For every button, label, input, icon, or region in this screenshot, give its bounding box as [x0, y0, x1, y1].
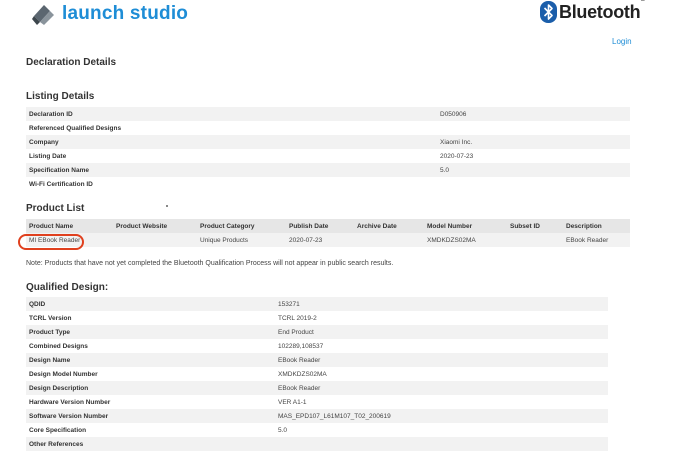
listing-details-heading: Listing Details	[26, 91, 95, 102]
model-number-cell: XMDKDZS02MA	[424, 233, 507, 247]
column-header[interactable]: Publish Date	[286, 219, 354, 233]
declaration-details-heading: Declaration Details	[26, 57, 117, 68]
archive-date-cell	[354, 233, 424, 247]
combined-designs-value[interactable]: 102289,108537	[275, 339, 608, 353]
bluetooth-icon	[540, 1, 557, 23]
bluetooth-logo: Bluetooth®	[540, 0, 645, 23]
product-list-heading: Product List	[26, 203, 85, 214]
table-row: QDID 153271	[26, 297, 630, 311]
hardware-version-value: VER A1-1	[278, 398, 307, 406]
table-row: Design Name EBook Reader	[26, 353, 630, 367]
declaration-id-value: D050906	[437, 107, 630, 121]
column-header[interactable]: Product Name	[26, 219, 113, 233]
product-list-table: Product Name Product Website Product Cat…	[26, 219, 630, 247]
table-row: Hardware Version Number VER A1-1	[26, 395, 630, 409]
column-header[interactable]: Product Category	[197, 219, 286, 233]
table-row: Design Model Number XMDKDZS02MA	[26, 367, 630, 381]
listing-details-table: Declaration ID D050906 Referenced Qualif…	[26, 107, 630, 191]
column-header[interactable]: Archive Date	[354, 219, 424, 233]
specification-name-value: 5.0	[437, 163, 630, 177]
design-name-label: Design Name	[26, 353, 275, 367]
table-row[interactable]: MI EBook Reader Unique Products 2020-07-…	[26, 233, 630, 247]
other-references-label: Other References	[26, 437, 275, 451]
product-type-label: Product Type	[26, 325, 275, 339]
design-name-value: EBook Reader	[275, 353, 608, 367]
table-row: Combined Designs 102289,108537	[26, 339, 630, 353]
table-row: TCRL Version TCRL 2019-2	[26, 311, 630, 325]
design-description-value: EBook Reader	[275, 381, 608, 395]
core-specification-value: 5.0	[278, 426, 288, 434]
hardware-version-label: Hardware Version Number	[29, 398, 111, 406]
wifi-certification-label: Wi-Fi Certification ID	[29, 180, 93, 188]
product-highlight-outline	[18, 234, 84, 250]
design-description-label: Design Description	[26, 381, 275, 395]
table-row: Company Xiaomi Inc.	[26, 135, 630, 149]
bluetooth-wordmark: Bluetooth®	[559, 0, 645, 22]
referenced-designs-value	[437, 121, 630, 135]
table-row: Product Type End Product	[26, 325, 630, 339]
publish-date-cell: 2020-07-23	[286, 233, 354, 247]
listing-date-label: Listing Date	[29, 152, 67, 160]
logo-text: launch studio	[62, 3, 189, 24]
column-header[interactable]: Product Website	[113, 219, 197, 233]
company-label: Company	[26, 135, 437, 149]
column-header[interactable]: Model Number	[424, 219, 507, 233]
column-header[interactable]: Description	[563, 219, 630, 233]
design-model-number-value: XMDKDZS02MA	[278, 370, 327, 378]
description-cell: EBook Reader	[563, 233, 630, 247]
decorative-dot	[166, 205, 168, 207]
login-link[interactable]: Login	[612, 37, 632, 46]
qualified-design-table: QDID 153271 TCRL Version TCRL 2019-2 Pro…	[26, 297, 630, 451]
launch-studio-logo-icon	[32, 5, 54, 25]
product-website-cell	[113, 233, 197, 247]
specification-name-label: Specification Name	[26, 163, 437, 177]
table-row: Wi-Fi Certification ID	[26, 177, 630, 191]
software-version-value: MAS_EPD107_L61M107_T02_200619	[275, 409, 608, 423]
company-value: Xiaomi Inc.	[437, 135, 630, 149]
declaration-id-label: Declaration ID	[26, 107, 437, 121]
table-row: Core Specification 5.0	[26, 423, 630, 437]
software-version-label: Software Version Number	[26, 409, 275, 423]
design-model-number-label: Design Model Number	[29, 370, 98, 378]
site-header: launch studio Bluetooth® Login	[0, 0, 685, 46]
table-row: Listing Date 2020-07-23	[26, 149, 630, 163]
table-header-row: Product Name Product Website Product Cat…	[26, 219, 630, 233]
referenced-designs-label: Referenced Qualified Designs	[29, 124, 122, 132]
table-row: Design Description EBook Reader	[26, 381, 630, 395]
launch-studio-logo[interactable]: launch studio	[32, 2, 188, 26]
column-header[interactable]: Subset ID	[507, 219, 563, 233]
table-row: Specification Name 5.0	[26, 163, 630, 177]
subset-id-cell	[507, 233, 563, 247]
table-row: Referenced Qualified Designs	[26, 121, 630, 135]
tcrl-version-value: TCRL 2019-2	[278, 314, 317, 322]
table-row: Declaration ID D050906	[26, 107, 630, 121]
listing-date-value: 2020-07-23	[440, 152, 474, 160]
table-row: Software Version Number MAS_EPD107_L61M1…	[26, 409, 630, 423]
table-row: Other References	[26, 437, 630, 451]
combined-designs-label: Combined Designs	[29, 342, 88, 350]
wifi-certification-value	[437, 177, 630, 191]
qdid-value[interactable]: 153271	[275, 297, 608, 311]
product-category-cell: Unique Products	[197, 233, 286, 247]
qdid-label: QDID	[26, 297, 275, 311]
core-specification-label: Core Specification	[29, 426, 87, 434]
qualified-design-heading: Qualified Design:	[26, 282, 109, 293]
tcrl-version-label: TCRL Version	[29, 314, 72, 322]
other-references-value	[275, 437, 608, 451]
product-type-value: End Product	[275, 325, 608, 339]
product-list-note: Note: Products that have not yet complet…	[26, 260, 394, 267]
